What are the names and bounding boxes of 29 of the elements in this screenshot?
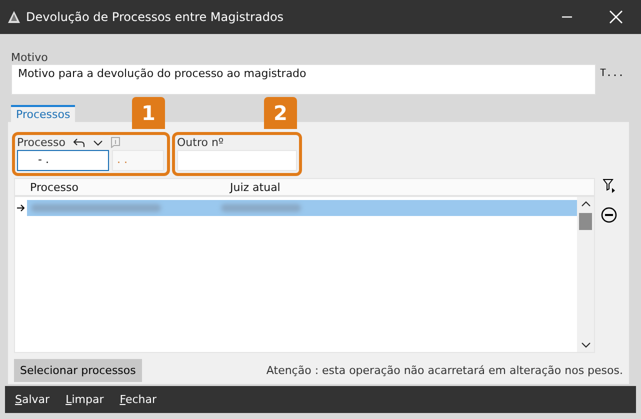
filter-icon[interactable] [603, 179, 616, 193]
motivo-field[interactable]: Motivo para a devolução do processo ao magistrado [11, 64, 596, 95]
notice-text: Atenção : esta operação não acarretará em alteração nos pesos. [266, 364, 623, 377]
processo-label: Processo [17, 136, 66, 149]
footer-button[interactable]: Salvar [11, 391, 54, 408]
motivo-label: Motivo [10, 51, 49, 64]
scroll-down-icon[interactable] [580, 342, 591, 348]
scrollbar[interactable] [577, 197, 594, 352]
window-title: Devolução de Processos entre Magistrados [26, 10, 284, 24]
text-options-label[interactable]: T... [600, 64, 624, 79]
remove-icon[interactable] [601, 207, 618, 223]
footer-button[interactable]: Fechar [116, 391, 161, 408]
scroll-up-icon[interactable] [580, 201, 591, 207]
select-processes-button[interactable]: Selecionar processos [14, 359, 142, 382]
outro-label: Outro nº [177, 136, 224, 149]
app-logo-icon [8, 11, 20, 23]
outro-input[interactable] [177, 150, 297, 171]
tab[interactable]: Processos [11, 105, 76, 122]
footer-button[interactable]: Limpar [62, 391, 108, 408]
scroll-thumb[interactable] [579, 213, 592, 230]
callout-badge: 1 [132, 97, 165, 129]
column-header[interactable]: Juiz atual [230, 180, 280, 194]
callout-badge: 2 [264, 97, 297, 129]
undo-arrow-icon[interactable] [73, 138, 86, 148]
row-pointer-icon [17, 204, 25, 212]
close-icon[interactable] [609, 10, 623, 24]
processo-input[interactable]: - . [17, 150, 109, 171]
chevron-down-icon[interactable] [93, 140, 104, 146]
column-header[interactable]: Processo [15, 180, 230, 194]
